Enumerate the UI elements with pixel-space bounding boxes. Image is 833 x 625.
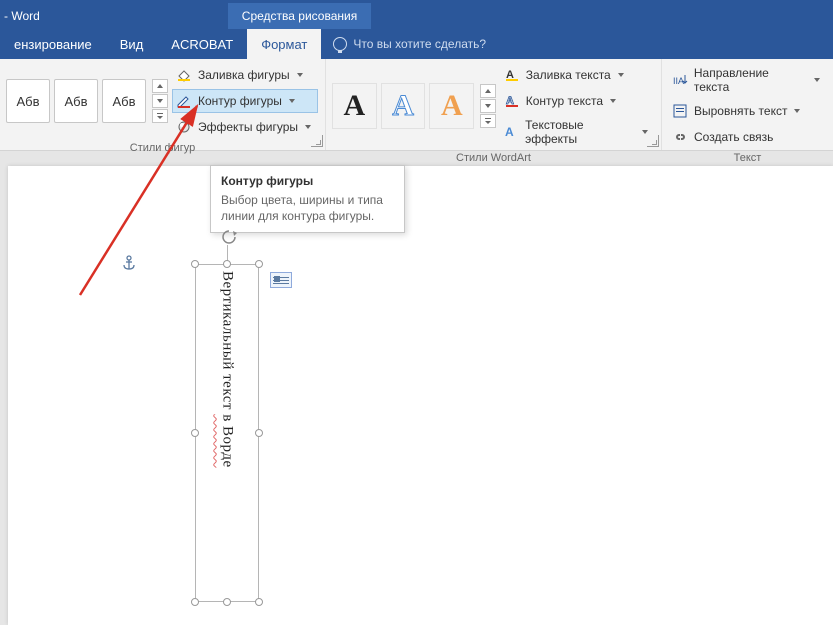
tooltip-title: Контур фигуры (221, 174, 394, 188)
chevron-down-icon (610, 99, 616, 103)
group-label-shape-styles: Стили фигур (6, 139, 319, 157)
chevron-down-icon (794, 109, 800, 113)
paint-bucket-icon (175, 66, 193, 84)
ribbon-tab-bar: ензирование Вид ACROBAT Формат Что вы хо… (0, 29, 833, 59)
shape-fill-button[interactable]: Заливка фигуры (172, 63, 318, 87)
text-effects-button[interactable]: A Текстовые эффекты (500, 115, 655, 149)
window-title: - Word (0, 9, 48, 29)
shape-outline-button[interactable]: Контур фигуры (172, 89, 318, 113)
resize-handle[interactable] (255, 260, 263, 268)
tooltip-shape-outline: Контур фигуры Выбор цвета, ширины и типа… (210, 165, 405, 233)
group-label-text: Текст (668, 149, 827, 167)
contextual-tab-drawing-tools[interactable]: Средства рисования (228, 3, 371, 29)
svg-text:A: A (505, 125, 514, 139)
wordart-style-preset[interactable]: A (429, 83, 474, 129)
gallery-up-button[interactable] (152, 79, 168, 93)
wordart-style-preset[interactable]: A (381, 83, 426, 129)
wordart-gallery-scroll[interactable] (480, 84, 496, 128)
tab-format[interactable]: Формат (247, 29, 321, 59)
shape-outline-label: Контур фигуры (198, 94, 282, 108)
gallery-down-button[interactable] (152, 94, 168, 108)
resize-handle[interactable] (223, 598, 231, 606)
text-fill-icon: A (503, 66, 521, 84)
text-effects-label: Текстовые эффекты (525, 118, 635, 146)
tab-acrobat[interactable]: ACROBAT (157, 29, 247, 59)
tab-review[interactable]: ензирование (0, 29, 106, 59)
tab-view[interactable]: Вид (106, 29, 158, 59)
pen-outline-icon (175, 92, 193, 110)
resize-handle[interactable] (191, 598, 199, 606)
create-link-label: Создать связь (694, 130, 773, 144)
svg-text:IIA: IIA (673, 76, 684, 86)
text-effects-icon: A (503, 123, 520, 141)
shape-effects-label: Эффекты фигуры (198, 120, 298, 134)
dialog-launcher-icon[interactable] (647, 135, 659, 147)
gallery-more-button[interactable] (152, 109, 168, 123)
chevron-down-icon (305, 125, 311, 129)
resize-handle[interactable] (191, 260, 199, 268)
text-fill-button[interactable]: A Заливка текста (500, 63, 655, 87)
tell-me-search[interactable]: Что вы хотите сделать? (333, 37, 486, 51)
text-direction-label: Направление текста (694, 66, 807, 94)
resize-handle[interactable] (223, 260, 231, 268)
chevron-down-icon (618, 73, 624, 77)
effects-icon (175, 118, 193, 136)
shape-effects-button[interactable]: Эффекты фигуры (172, 115, 318, 139)
layout-options-button[interactable] (270, 272, 292, 288)
resize-handle[interactable] (255, 598, 263, 606)
link-icon (671, 128, 689, 146)
shape-style-preset[interactable]: Абв (102, 79, 146, 123)
title-bar: - Word Средства рисования (0, 0, 833, 29)
text-fill-label: Заливка текста (526, 68, 611, 82)
tell-me-placeholder: Что вы хотите сделать? (353, 37, 486, 51)
lightbulb-icon (333, 37, 347, 51)
chevron-down-icon (642, 130, 648, 134)
text-outline-label: Контур текста (526, 94, 603, 108)
gallery-down-button[interactable] (480, 99, 496, 113)
textbox-shape[interactable]: Вертикальный текст в Ворде (195, 264, 259, 602)
gallery-up-button[interactable] (480, 84, 496, 98)
wordart-style-preset[interactable]: A (332, 83, 377, 129)
create-link-button[interactable]: Создать связь (668, 125, 827, 149)
textbox-content[interactable]: Вертикальный текст в Ворде (196, 271, 258, 595)
chevron-down-icon (814, 78, 820, 82)
anchor-icon (122, 255, 136, 276)
ribbon: Абв Абв Абв Заливка фигуры (0, 59, 833, 151)
align-text-button[interactable]: Выровнять текст (668, 99, 827, 123)
chevron-down-icon (297, 73, 303, 77)
text-outline-icon: A (503, 92, 521, 110)
align-text-icon (671, 102, 689, 120)
rotate-handle[interactable] (220, 228, 238, 246)
shape-fill-label: Заливка фигуры (198, 68, 290, 82)
chevron-down-icon (289, 99, 295, 103)
tooltip-body: Выбор цвета, ширины и типа линии для кон… (221, 192, 394, 224)
text-outline-button[interactable]: A Контур текста (500, 89, 655, 113)
shape-style-gallery-scroll[interactable] (152, 79, 168, 123)
align-text-label: Выровнять текст (694, 104, 787, 118)
text-direction-icon: IIA (671, 71, 689, 89)
shape-style-preset[interactable]: Абв (54, 79, 98, 123)
text-direction-button[interactable]: IIA Направление текста (668, 63, 827, 97)
dialog-launcher-icon[interactable] (311, 135, 323, 147)
rotate-connector (227, 245, 228, 261)
gallery-more-button[interactable] (480, 114, 496, 128)
shape-style-preset[interactable]: Абв (6, 79, 50, 123)
document-page[interactable] (8, 166, 833, 625)
